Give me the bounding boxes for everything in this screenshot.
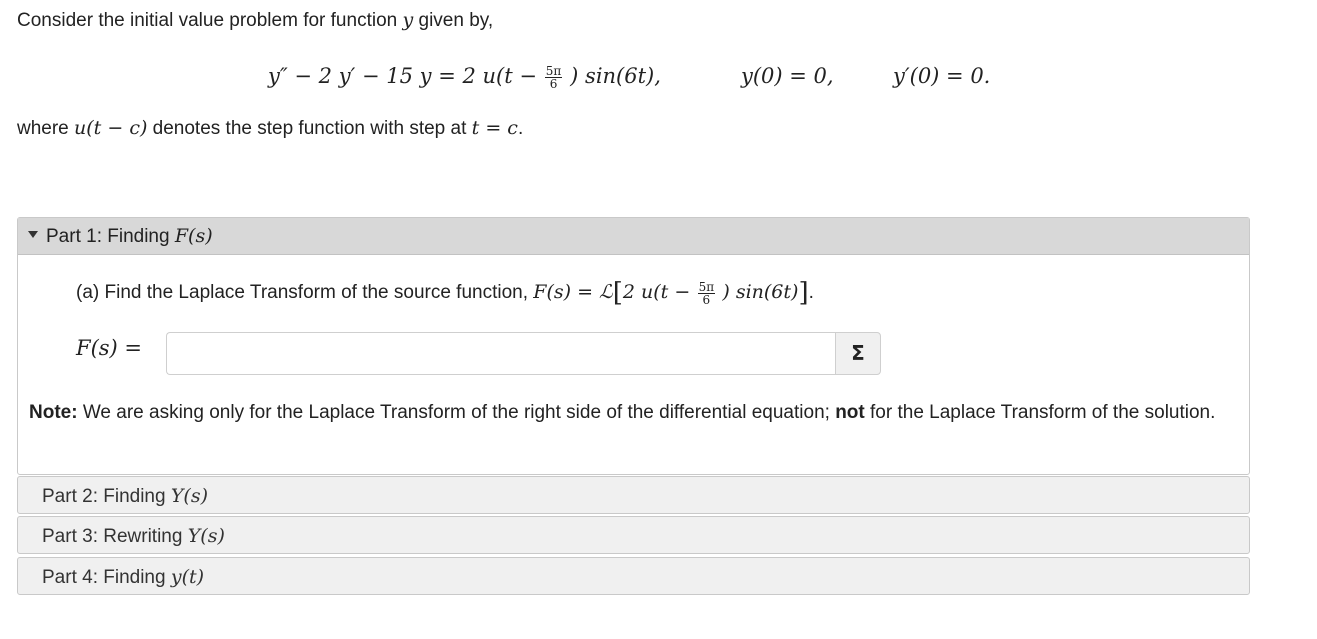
part4-panel[interactable]: Part 4: Finding y(t) [17, 557, 1250, 595]
question-prefix: (a) Find the Laplace Transform of the so… [76, 282, 529, 304]
note-body-1: We are asking only for the Laplace Trans… [82, 402, 830, 423]
part2-title-text: Part 2: Finding [42, 486, 166, 507]
where-condition: t = c [471, 117, 518, 139]
note-body-2: for the Laplace Transform of the solutio… [870, 402, 1216, 423]
part1-header[interactable]: Part 1: Finding F(s) [18, 218, 1249, 255]
left-bracket: [ [612, 278, 623, 308]
intro-variable: y [402, 9, 414, 31]
part4-title: Part 4: Finding y(t) [42, 566, 204, 589]
step-function-definition: where u(t − c) denotes the step function… [17, 117, 523, 140]
part3-title: Part 3: Rewriting Y(s) [42, 525, 225, 548]
question-a: (a) Find the Laplace Transform of the so… [76, 278, 814, 308]
question-fraction-numerator: 5π [697, 279, 716, 294]
question-end: . [808, 282, 814, 304]
part1-panel: Part 1: Finding F(s) (a) Find the Laplac… [17, 217, 1250, 475]
part1-title-math: F(s) [174, 225, 213, 247]
differential-equation: y″ − 2 y′ − 15 y = 2 u(t − 5π 6 ) sin(6t… [268, 56, 661, 96]
where-prefix: where [17, 118, 69, 139]
where-middle: denotes the step function with step at [152, 118, 467, 139]
intro-prefix: Consider the initial value problem for f… [17, 10, 398, 31]
question-math-b: 2 u(t − [622, 281, 691, 304]
part1-title: Part 1: Finding F(s) [46, 225, 213, 248]
fraction-numerator: 5π [544, 63, 563, 78]
equation-lhs: y″ − 2 y′ − 15 y = 2 u(t − [268, 64, 537, 88]
part2-panel[interactable]: Part 2: Finding Y(s) [17, 476, 1250, 514]
question-math-c: ) sin(6t) [722, 281, 799, 304]
note-label: Note: [29, 402, 78, 423]
caret-down-icon [28, 231, 38, 238]
part2-title-math: Y(s) [170, 485, 208, 507]
question-fraction-denominator: 6 [702, 292, 711, 307]
answer-label: F(s) = [76, 336, 143, 360]
where-function: u(t − c) [74, 117, 148, 139]
part3-title-math: Y(s) [187, 525, 225, 547]
answer-input[interactable] [166, 332, 835, 375]
initial-condition-yprime: y′(0) = 0. [893, 64, 991, 88]
part1-title-text: Part 1: Finding [46, 226, 170, 247]
question-fraction: 5π 6 [697, 279, 716, 307]
equation-rhs: ) sin(6t), [570, 64, 661, 88]
where-end: . [517, 118, 524, 139]
equation-fraction: 5π 6 [544, 63, 563, 91]
fraction-denominator: 6 [549, 76, 558, 91]
note-text: Note: We are asking only for the Laplace… [29, 399, 1229, 426]
part2-title: Part 2: Finding Y(s) [42, 485, 208, 508]
question-math-a: F(s) = ℒ [533, 281, 613, 304]
intro-suffix: given by, [418, 10, 494, 31]
part4-title-text: Part 4: Finding [42, 567, 166, 588]
intro-text: Consider the initial value problem for f… [17, 9, 493, 32]
part3-title-text: Part 3: Rewriting [42, 526, 183, 547]
initial-condition-y: y(0) = 0, [741, 64, 834, 88]
part4-title-math: y(t) [170, 566, 205, 588]
part3-panel[interactable]: Part 3: Rewriting Y(s) [17, 516, 1250, 554]
right-bracket: ] [798, 278, 809, 308]
note-emphasis: not [835, 402, 865, 423]
sigma-icon[interactable]: Σ [835, 332, 881, 375]
